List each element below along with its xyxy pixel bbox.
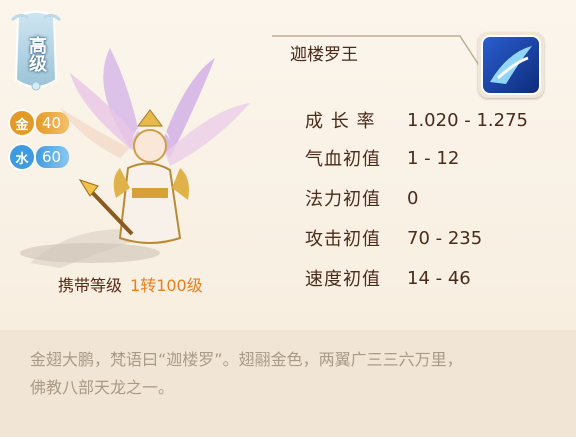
stat-row-mp: 法力初值 0 — [305, 183, 418, 213]
stat-row-attack: 攻击初值 70 - 235 — [305, 223, 482, 253]
stat-row-hp: 气血初值 1 - 12 — [305, 143, 459, 173]
stat-label: 法力初值 — [305, 189, 381, 210]
skill-slot[interactable] — [478, 32, 544, 98]
description-line-1: 金翅大鹏，梵语曰“迦楼罗”。翅翮金色，两翼广三三六万里， — [30, 350, 463, 369]
carry-level-value: 1转100级 — [130, 276, 203, 295]
pet-portrait[interactable] — [20, 48, 260, 268]
pet-description: 金翅大鹏，梵语曰“迦楼罗”。翅翮金色，两翼广三三六万里， 佛教八部天龙之一。 — [30, 346, 560, 402]
stat-value: 70 - 235 — [407, 227, 483, 249]
stat-value: 0 — [407, 187, 419, 209]
stat-value: 14 - 46 — [407, 267, 471, 289]
carry-level-label: 携带等级 — [58, 276, 123, 295]
stat-value: 1 - 12 — [407, 147, 460, 169]
stat-row-speed: 速度初值 14 - 46 — [305, 263, 471, 293]
stat-label: 攻击初值 — [305, 229, 381, 250]
description-line-2: 佛教八部天龙之一。 — [30, 378, 175, 397]
wind-blade-skill-icon[interactable] — [478, 32, 544, 98]
pet-name: 迦楼罗王 — [290, 45, 358, 65]
stat-label: 速度初值 — [305, 269, 381, 290]
stat-value: 1.020 - 1.275 — [407, 109, 528, 131]
pet-info-panel: 高级 金 40 水 60 迦楼罗王 成 长 率 1.020 - 1.275 气血… — [0, 0, 576, 437]
stat-row-growth: 成 长 率 1.020 - 1.275 — [305, 105, 528, 135]
stat-label: 气血初值 — [305, 149, 381, 170]
stat-label: 成 长 率 — [305, 111, 376, 132]
carry-level: 携带等级 1转100级 — [58, 272, 203, 296]
